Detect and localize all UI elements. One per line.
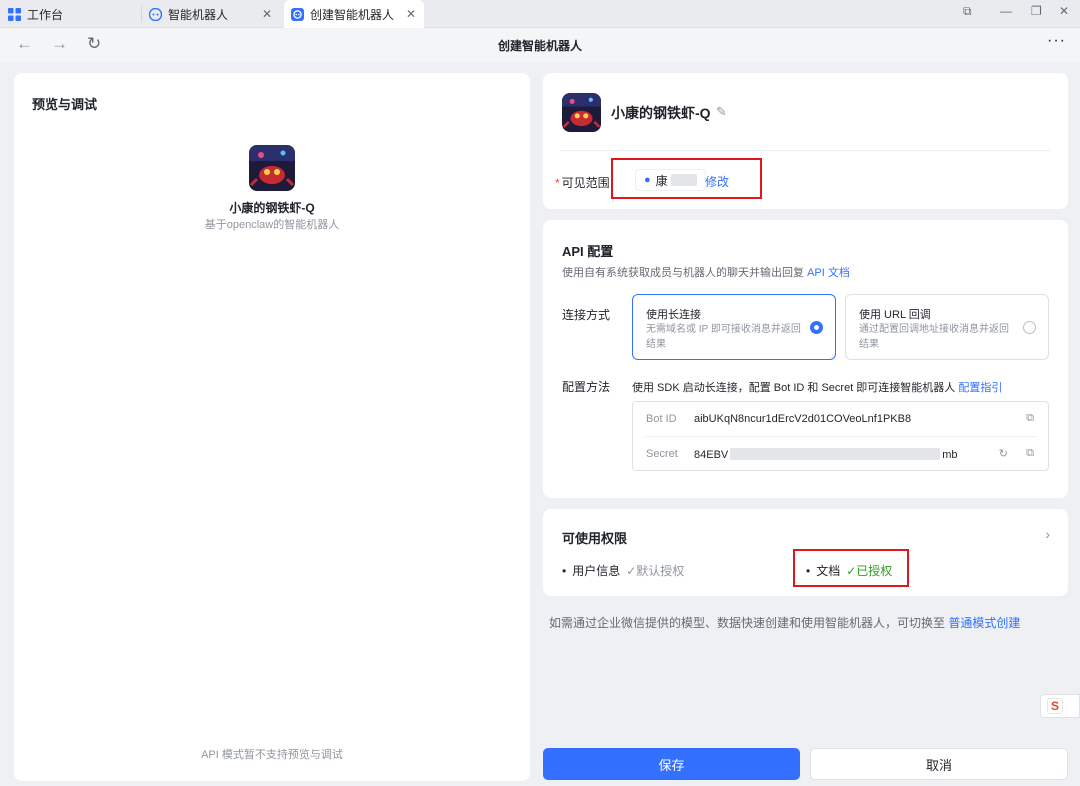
api-config-card: API 配置 使用自有系统获取成员与机器人的聊天并输出回复 API 文档 连接方… — [543, 220, 1068, 498]
preview-bot-desc: 基于openclaw的智能机器人 — [204, 219, 340, 231]
bot-avatar — [249, 145, 295, 191]
bot-profile-card: 小康的钢铁虾-Q ✎ * 可见范围 ● 康 修改 — [543, 73, 1068, 209]
bot-id-row: Bot ID aibUKqN8ncur1dErcV2d01COVeoLnf1PK… — [633, 402, 1048, 436]
toolbar: ← → ↻ 创建智能机器人 ··· — [0, 28, 1080, 62]
regenerate-icon[interactable]: ↻ — [999, 447, 1008, 460]
side-widget[interactable]: S — [1040, 694, 1080, 718]
bot-avatar[interactable] — [562, 93, 601, 132]
permissions-card[interactable]: 可使用权限 › • 用户信息 ✓默认授权 • 文档 ✓已授权 — [543, 509, 1068, 596]
normal-mode-link[interactable]: 普通模式创建 — [948, 616, 1020, 630]
radio-long-connection[interactable] — [810, 321, 823, 334]
credentials-box: Bot ID aibUKqN8ncur1dErcV2d01COVeoLnf1PK… — [632, 401, 1049, 471]
divider — [561, 150, 1050, 151]
robot-icon — [291, 7, 304, 21]
pin-window-icon[interactable]: ⧉ — [963, 4, 972, 19]
cancel-button[interactable]: 取消 — [810, 748, 1068, 780]
tab-bots-label: 智能机器人 — [168, 7, 229, 22]
api-config-desc: 使用自有系统获取成员与机器人的聊天并输出回复 API 文档 — [562, 267, 850, 279]
highlight-box — [793, 549, 909, 587]
page-title: 创建智能机器人 — [497, 39, 582, 53]
option-url-callback[interactable]: 使用 URL 回调 通过配置回调地址接收消息并返回结果 — [845, 294, 1049, 360]
check-icon: ✓ — [626, 564, 637, 578]
tab-create-bot-label: 创建智能机器人 — [310, 7, 395, 22]
radio-url-callback[interactable] — [1023, 321, 1036, 334]
secret-value: 84EBV mb — [694, 448, 958, 461]
config-guide-link[interactable]: 配置指引 — [958, 382, 1002, 394]
edit-icon[interactable]: ✎ — [716, 104, 727, 120]
permission-item-user-info: • 用户信息 ✓默认授权 — [562, 564, 685, 578]
bot-id-value: aibUKqN8ncur1dErcV2d01COVeoLnf1PKB8 — [694, 413, 912, 425]
bot-id-key: Bot ID — [646, 413, 677, 425]
bot-name: 小康的钢铁虾-Q — [611, 105, 711, 121]
config-method-label: 配置方法 — [562, 380, 611, 394]
robot-icon — [149, 7, 162, 21]
api-doc-link[interactable]: API 文档 — [807, 267, 850, 279]
tab-strip: 工作台 智能机器人 ✕ 创建智能机器人 ✕ ⧉ — ❐ ✕ — [0, 0, 1080, 28]
config-method-text: 使用 SDK 启动长连接，配置 Bot ID 和 Secret 即可连接智能机器… — [632, 382, 1003, 394]
api-config-title: API 配置 — [562, 244, 614, 259]
more-icon[interactable]: ··· — [1047, 32, 1066, 50]
secret-key: Secret — [646, 448, 678, 460]
redacted-text — [730, 448, 941, 460]
mode-switch-note: 如需通过企业微信提供的模型、数据快速创建和使用智能机器人，可切换至 普通模式创建 — [549, 616, 1021, 630]
close-icon[interactable]: ✕ — [262, 7, 272, 21]
preview-bot-name: 小康的钢铁虾-Q — [229, 201, 315, 215]
tab-bots[interactable]: 智能机器人 ✕ — [149, 0, 280, 28]
restore-icon[interactable]: ❐ — [1031, 4, 1042, 18]
tab-create-bot[interactable]: 创建智能机器人 ✕ — [284, 0, 424, 28]
save-button[interactable]: 保存 — [543, 748, 800, 780]
permissions-title: 可使用权限 — [562, 531, 628, 546]
workbench-icon — [8, 7, 21, 21]
highlight-box — [611, 158, 762, 199]
preview-footer-note: API 模式暂不支持预览与调试 — [201, 749, 343, 761]
copy-icon[interactable]: ⧉ — [1026, 412, 1034, 425]
preview-title: 预览与调试 — [32, 97, 98, 112]
preview-panel: 预览与调试 小康的钢铁虾-Q 基于openclaw的智能机器人 API 模式暂不… — [14, 73, 530, 781]
copy-icon[interactable]: ⧉ — [1026, 447, 1034, 460]
tab-workbench[interactable]: 工作台 — [8, 0, 141, 28]
sogou-ime-icon[interactable]: S — [1047, 698, 1063, 714]
option-long-connection[interactable]: 使用长连接 无需域名或 IP 即可接收消息并返回结果 — [632, 294, 836, 360]
minimize-icon[interactable]: — — [1000, 4, 1012, 18]
close-icon[interactable]: ✕ — [406, 7, 416, 21]
close-window-icon[interactable]: ✕ — [1059, 4, 1069, 18]
tab-workbench-label: 工作台 — [27, 7, 64, 22]
chevron-right-icon[interactable]: › — [1045, 526, 1050, 542]
connect-mode-label: 连接方式 — [562, 308, 611, 322]
secret-row: Secret 84EBV mb ↻ ⧉ — [633, 437, 1048, 471]
visibility-label: * 可见范围 — [555, 176, 610, 190]
